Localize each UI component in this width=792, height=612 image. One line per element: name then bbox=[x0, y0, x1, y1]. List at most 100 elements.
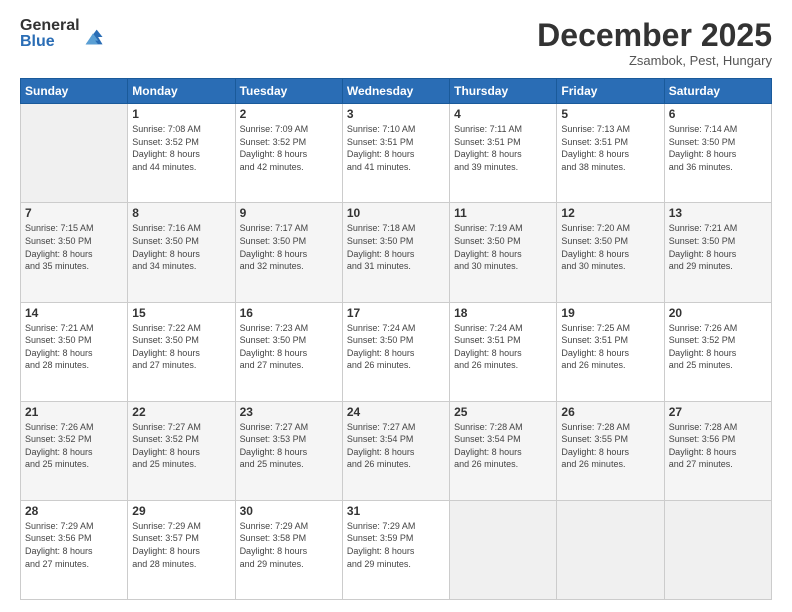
day-info: Sunrise: 7:20 AMSunset: 3:50 PMDaylight:… bbox=[561, 222, 659, 272]
day-info: Sunrise: 7:29 AMSunset: 3:56 PMDaylight:… bbox=[25, 520, 123, 570]
calendar-cell: 26 Sunrise: 7:28 AMSunset: 3:55 PMDayligh… bbox=[557, 401, 664, 500]
calendar-cell: 19Sunrise: 7:25 AMSunset: 3:51 PMDayligh… bbox=[557, 302, 664, 401]
calendar-cell: 11 Sunrise: 7:19 AMSunset: 3:50 PMDayligh… bbox=[450, 203, 557, 302]
day-info: Sunrise: 7:26 AMSunset: 3:52 PMDaylight:… bbox=[669, 322, 767, 372]
day-info: Sunrise: 7:11 AMSunset: 3:51 PMDaylight:… bbox=[454, 123, 552, 173]
day-info: Sunrise: 7:17 AMSunset: 3:50 PMDaylight:… bbox=[240, 222, 338, 272]
day-number: 12 bbox=[561, 206, 659, 220]
day-info: Sunrise: 7:28 AMSunset: 3:54 PMDaylight:… bbox=[454, 421, 552, 471]
day-number: 23 bbox=[240, 405, 338, 419]
day-info: Sunrise: 7:28 AMSunset: 3:56 PMDaylight:… bbox=[669, 421, 767, 471]
week-row-5: 28 Sunrise: 7:29 AMSunset: 3:56 PMDayligh… bbox=[21, 500, 772, 599]
day-number: 10 bbox=[347, 206, 445, 220]
day-info: Sunrise: 7:22 AMSunset: 3:50 PMDaylight:… bbox=[132, 322, 230, 372]
weekday-header-sunday: Sunday bbox=[21, 79, 128, 104]
logo-text: General Blue bbox=[20, 18, 80, 50]
calendar-cell: 4 Sunrise: 7:11 AMSunset: 3:51 PMDaylight… bbox=[450, 104, 557, 203]
day-number: 31 bbox=[347, 504, 445, 518]
weekday-header-saturday: Saturday bbox=[664, 79, 771, 104]
week-row-3: 14Sunrise: 7:21 AMSunset: 3:50 PMDayligh… bbox=[21, 302, 772, 401]
day-number: 4 bbox=[454, 107, 552, 121]
calendar-cell bbox=[557, 500, 664, 599]
day-info: Sunrise: 7:15 AMSunset: 3:50 PMDaylight:… bbox=[25, 222, 123, 272]
day-info: Sunrise: 7:14 AMSunset: 3:50 PMDaylight:… bbox=[669, 123, 767, 173]
calendar-cell: 25Sunrise: 7:28 AMSunset: 3:54 PMDayligh… bbox=[450, 401, 557, 500]
calendar-cell: 24Sunrise: 7:27 AMSunset: 3:54 PMDayligh… bbox=[342, 401, 449, 500]
day-info: Sunrise: 7:27 AMSunset: 3:52 PMDaylight:… bbox=[132, 421, 230, 471]
calendar-cell: 1 Sunrise: 7:08 AMSunset: 3:52 PMDaylight… bbox=[128, 104, 235, 203]
calendar-cell: 31 Sunrise: 7:29 AMSunset: 3:59 PMDayligh… bbox=[342, 500, 449, 599]
day-info: Sunrise: 7:13 AMSunset: 3:51 PMDaylight:… bbox=[561, 123, 659, 173]
day-info: Sunrise: 7:21 AMSunset: 3:50 PMDaylight:… bbox=[25, 322, 123, 372]
header: General Blue December 2025 Zsambok, Pest… bbox=[20, 18, 772, 68]
day-info: Sunrise: 7:19 AMSunset: 3:50 PMDaylight:… bbox=[454, 222, 552, 272]
day-info: Sunrise: 7:27 AMSunset: 3:53 PMDaylight:… bbox=[240, 421, 338, 471]
calendar-cell bbox=[664, 500, 771, 599]
day-info: Sunrise: 7:24 AMSunset: 3:50 PMDaylight:… bbox=[347, 322, 445, 372]
day-number: 2 bbox=[240, 107, 338, 121]
calendar-cell: 12 Sunrise: 7:20 AMSunset: 3:50 PMDayligh… bbox=[557, 203, 664, 302]
calendar-cell: 30 Sunrise: 7:29 AMSunset: 3:58 PMDayligh… bbox=[235, 500, 342, 599]
calendar-cell: 21Sunrise: 7:26 AMSunset: 3:52 PMDayligh… bbox=[21, 401, 128, 500]
calendar-cell: 5 Sunrise: 7:13 AMSunset: 3:51 PMDaylight… bbox=[557, 104, 664, 203]
calendar-table: SundayMondayTuesdayWednesdayThursdayFrid… bbox=[20, 78, 772, 600]
weekday-header-monday: Monday bbox=[128, 79, 235, 104]
day-number: 26 bbox=[561, 405, 659, 419]
day-number: 17 bbox=[347, 306, 445, 320]
day-number: 16 bbox=[240, 306, 338, 320]
day-number: 11 bbox=[454, 206, 552, 220]
day-number: 29 bbox=[132, 504, 230, 518]
day-info: Sunrise: 7:23 AMSunset: 3:50 PMDaylight:… bbox=[240, 322, 338, 372]
calendar-cell: 7 Sunrise: 7:15 AMSunset: 3:50 PMDaylight… bbox=[21, 203, 128, 302]
day-number: 27 bbox=[669, 405, 767, 419]
day-info: Sunrise: 7:25 AMSunset: 3:51 PMDaylight:… bbox=[561, 322, 659, 372]
calendar-cell: 22 Sunrise: 7:27 AMSunset: 3:52 PMDayligh… bbox=[128, 401, 235, 500]
day-number: 28 bbox=[25, 504, 123, 518]
day-number: 13 bbox=[669, 206, 767, 220]
day-number: 22 bbox=[132, 405, 230, 419]
day-info: Sunrise: 7:29 AMSunset: 3:59 PMDaylight:… bbox=[347, 520, 445, 570]
day-number: 9 bbox=[240, 206, 338, 220]
day-info: Sunrise: 7:27 AMSunset: 3:54 PMDaylight:… bbox=[347, 421, 445, 471]
day-info: Sunrise: 7:29 AMSunset: 3:58 PMDaylight:… bbox=[240, 520, 338, 570]
day-info: Sunrise: 7:29 AMSunset: 3:57 PMDaylight:… bbox=[132, 520, 230, 570]
day-number: 7 bbox=[25, 206, 123, 220]
week-row-4: 21Sunrise: 7:26 AMSunset: 3:52 PMDayligh… bbox=[21, 401, 772, 500]
calendar-cell: 28 Sunrise: 7:29 AMSunset: 3:56 PMDayligh… bbox=[21, 500, 128, 599]
week-row-1: 1 Sunrise: 7:08 AMSunset: 3:52 PMDaylight… bbox=[21, 104, 772, 203]
weekday-header-wednesday: Wednesday bbox=[342, 79, 449, 104]
logo-icon bbox=[82, 26, 104, 48]
page: General Blue December 2025 Zsambok, Pest… bbox=[0, 0, 792, 612]
day-number: 1 bbox=[132, 107, 230, 121]
weekday-header-friday: Friday bbox=[557, 79, 664, 104]
weekday-header-tuesday: Tuesday bbox=[235, 79, 342, 104]
logo: General Blue bbox=[20, 18, 104, 50]
day-info: Sunrise: 7:21 AMSunset: 3:50 PMDaylight:… bbox=[669, 222, 767, 272]
calendar-cell: 27 Sunrise: 7:28 AMSunset: 3:56 PMDayligh… bbox=[664, 401, 771, 500]
day-info: Sunrise: 7:18 AMSunset: 3:50 PMDaylight:… bbox=[347, 222, 445, 272]
calendar-cell bbox=[21, 104, 128, 203]
month-title: December 2025 bbox=[537, 18, 772, 53]
day-info: Sunrise: 7:28 AMSunset: 3:55 PMDaylight:… bbox=[561, 421, 659, 471]
calendar-cell: 3Sunrise: 7:10 AMSunset: 3:51 PMDaylight… bbox=[342, 104, 449, 203]
calendar-cell: 13 Sunrise: 7:21 AMSunset: 3:50 PMDayligh… bbox=[664, 203, 771, 302]
day-number: 18 bbox=[454, 306, 552, 320]
calendar-cell: 9 Sunrise: 7:17 AMSunset: 3:50 PMDaylight… bbox=[235, 203, 342, 302]
day-number: 5 bbox=[561, 107, 659, 121]
calendar-cell: 29 Sunrise: 7:29 AMSunset: 3:57 PMDayligh… bbox=[128, 500, 235, 599]
day-info: Sunrise: 7:09 AMSunset: 3:52 PMDaylight:… bbox=[240, 123, 338, 173]
logo-general-text: General bbox=[20, 18, 80, 34]
calendar-cell: 8 Sunrise: 7:16 AMSunset: 3:50 PMDaylight… bbox=[128, 203, 235, 302]
title-section: December 2025 Zsambok, Pest, Hungary bbox=[537, 18, 772, 68]
calendar-cell: 6Sunrise: 7:14 AMSunset: 3:50 PMDaylight… bbox=[664, 104, 771, 203]
weekday-header-thursday: Thursday bbox=[450, 79, 557, 104]
calendar-cell: 15Sunrise: 7:22 AMSunset: 3:50 PMDayligh… bbox=[128, 302, 235, 401]
weekday-header-row: SundayMondayTuesdayWednesdayThursdayFrid… bbox=[21, 79, 772, 104]
day-info: Sunrise: 7:08 AMSunset: 3:52 PMDaylight:… bbox=[132, 123, 230, 173]
calendar-cell: 23 Sunrise: 7:27 AMSunset: 3:53 PMDayligh… bbox=[235, 401, 342, 500]
calendar-cell: 20Sunrise: 7:26 AMSunset: 3:52 PMDayligh… bbox=[664, 302, 771, 401]
day-info: Sunrise: 7:16 AMSunset: 3:50 PMDaylight:… bbox=[132, 222, 230, 272]
day-info: Sunrise: 7:10 AMSunset: 3:51 PMDaylight:… bbox=[347, 123, 445, 173]
day-number: 30 bbox=[240, 504, 338, 518]
day-number: 8 bbox=[132, 206, 230, 220]
